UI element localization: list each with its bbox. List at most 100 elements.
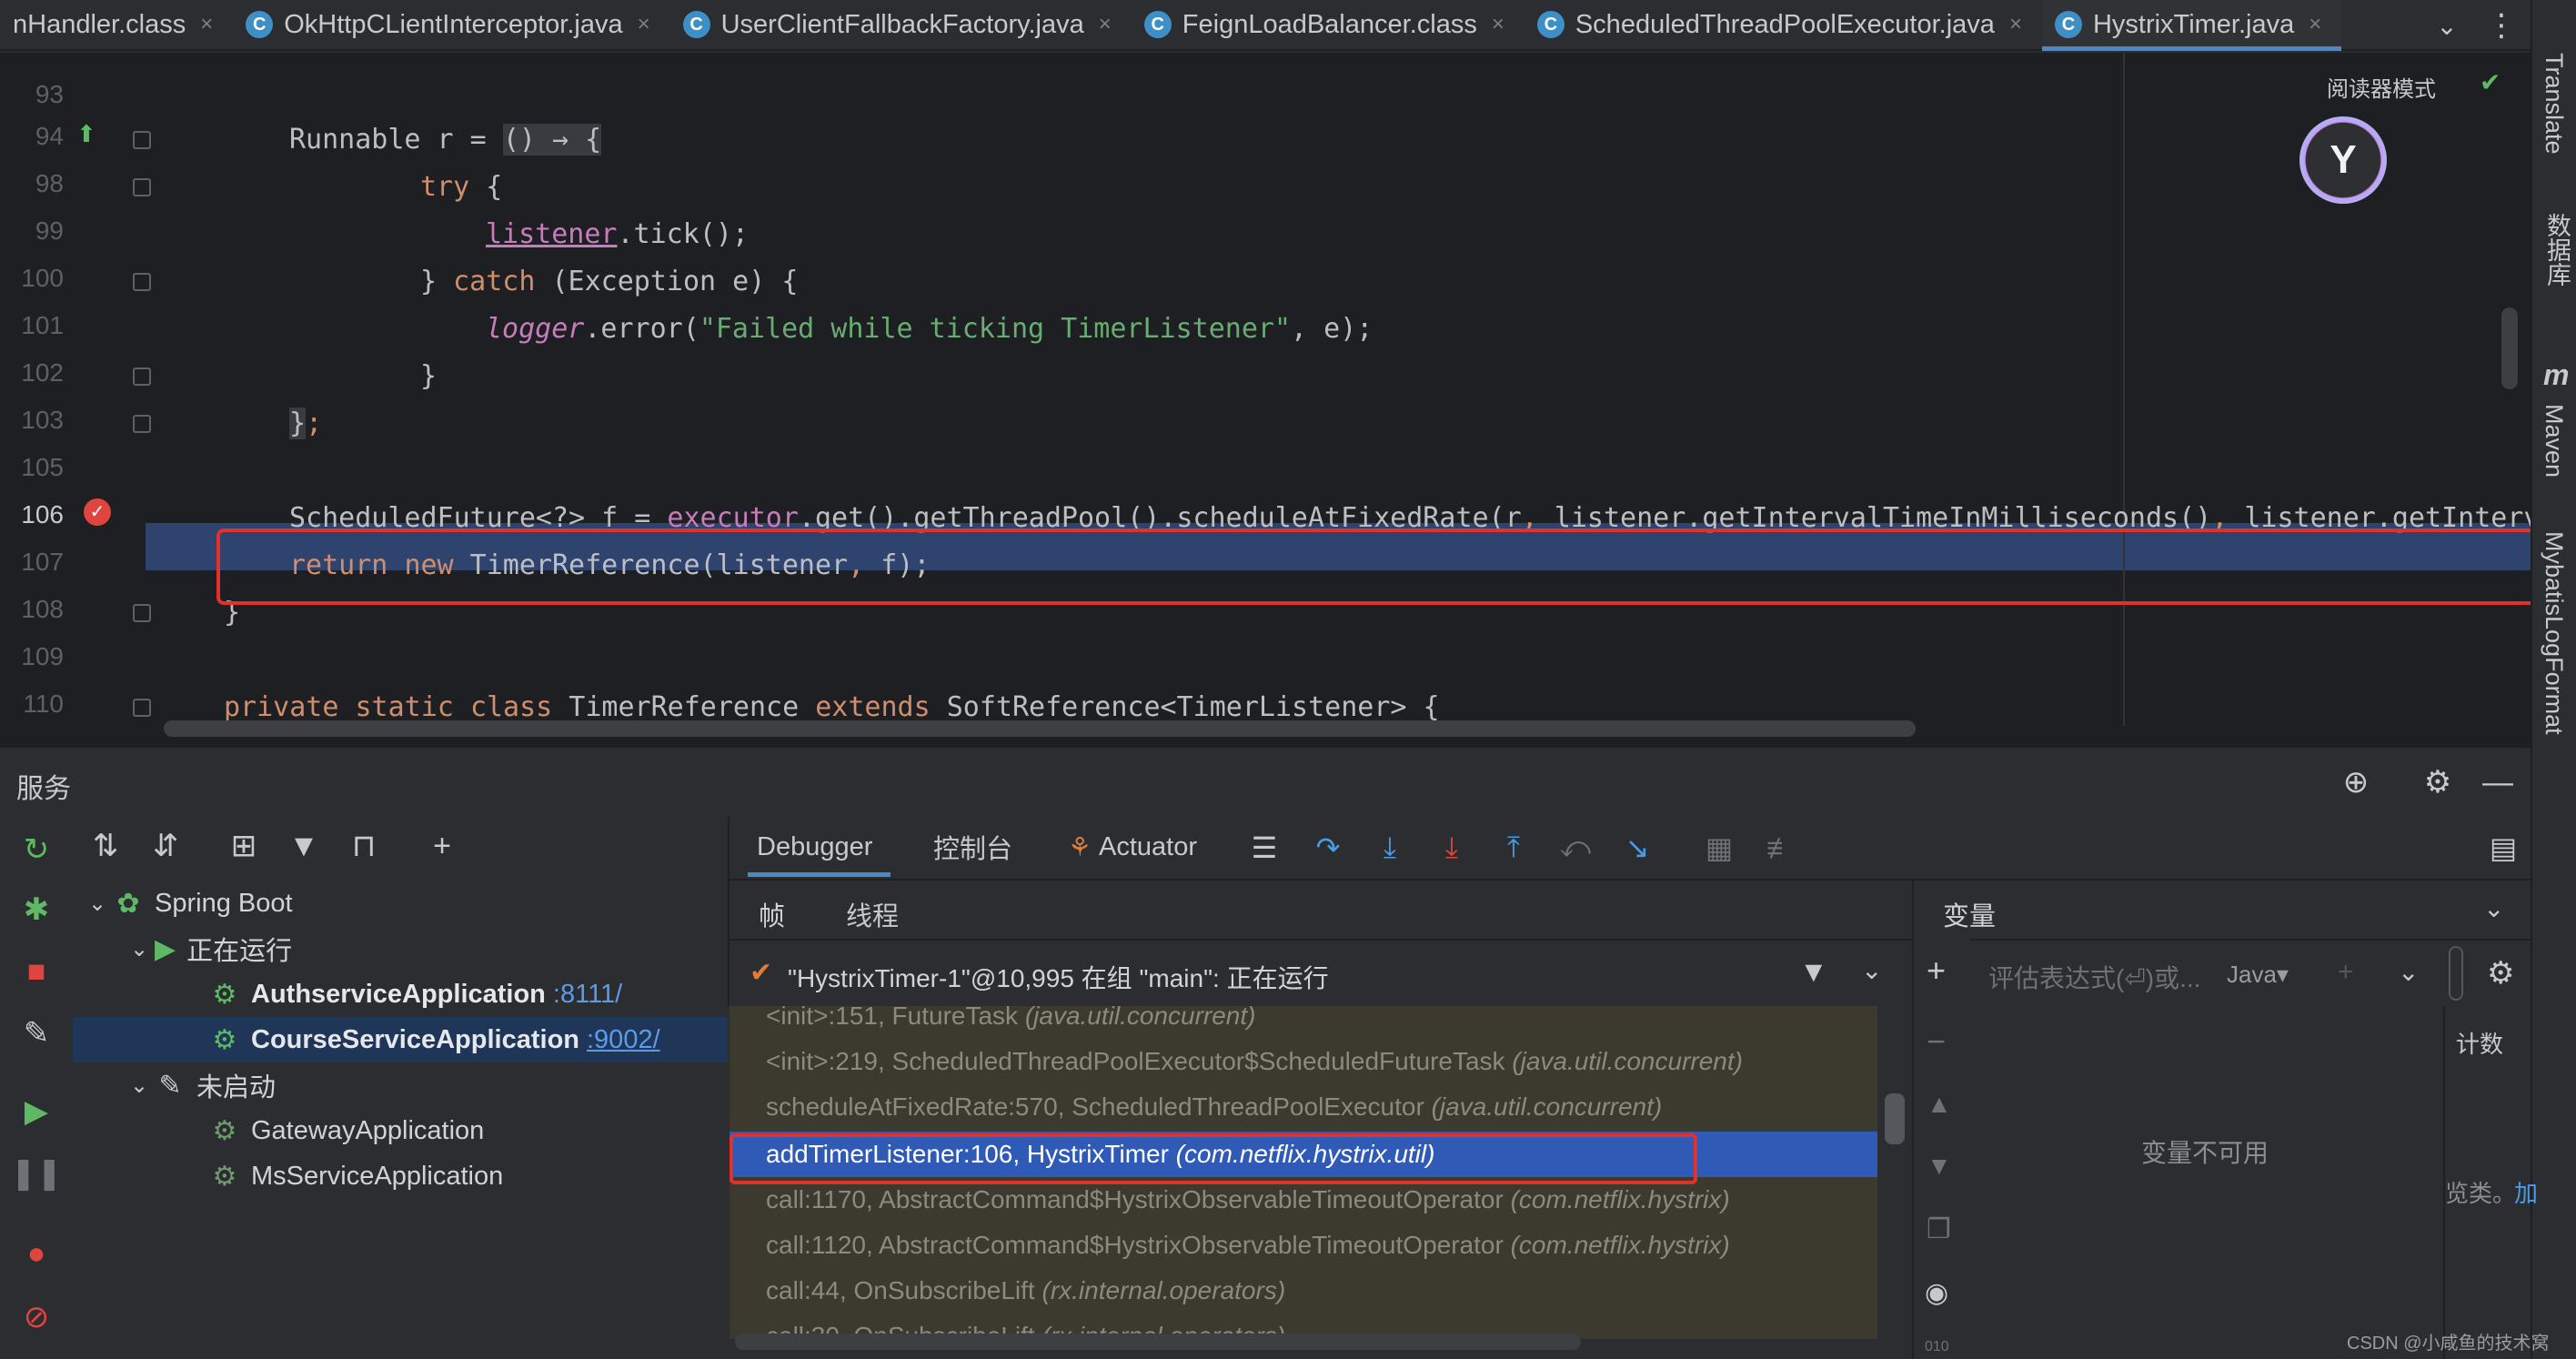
tab-user-client-fallback[interactable]: C UserClientFallbackFactory.java × [670,0,1132,49]
tab-okhttp-interceptor[interactable]: C OkHttpCLientInterceptor.java × [233,0,669,49]
vertical-scrollbar[interactable] [2501,307,2518,389]
fold-icon[interactable] [133,131,151,149]
minimize-icon[interactable]: — [2480,764,2516,800]
wrench-icon[interactable]: ✎ [16,1013,56,1053]
step-out-icon[interactable]: ⤒ [1494,828,1534,868]
gear-icon[interactable]: ⚙ [2487,955,2514,992]
gear-icon[interactable]: ⚙ [2420,764,2456,800]
code-editor[interactable]: 93 94 ⬆ 98 99 100 101 102 103 105 106 ✓ … [0,53,2531,746]
breakpoints-icon[interactable]: ● [16,1233,56,1273]
evaluate-input[interactable]: 评估表达式(⏎)或... [1988,959,2200,995]
tab-handler-class[interactable]: nHandler.class × [0,0,233,49]
language-dropdown[interactable]: Java▾ [2227,961,2289,989]
fold-icon[interactable] [133,273,151,291]
tab-frames[interactable]: 帧 [759,895,785,933]
trace-icon[interactable]: ≢ [1761,828,1801,868]
breakpoint-icon[interactable]: ✓ [84,498,111,526]
rerun-icon[interactable]: ↻ [16,830,56,870]
tab-actuator[interactable]: ⚘ Actuator [1068,817,1197,877]
vertical-scrollbar[interactable] [1885,1093,1905,1144]
crosshair-icon[interactable]: ⊕ [2338,764,2374,800]
step-into-icon[interactable]: ⤓ [1370,828,1410,868]
tab-feign-load-balancer[interactable]: C FeignLoadBalancer.class × [1132,0,1524,49]
group-by-icon[interactable]: ⊞ [224,826,264,866]
resize-handle[interactable] [2449,946,2463,1001]
thread-selector[interactable]: ✔ "HystrixTimer-1"@10,995 在组 "main": 正在运… [728,939,1912,1006]
collapse-all-icon[interactable]: ⇵ [146,826,186,866]
port-link[interactable]: :9002/ [587,1025,660,1055]
frame-item[interactable]: <init>:219, ScheduledThreadPoolExecutor$… [730,1039,1877,1084]
fold-icon[interactable] [133,604,151,622]
hint-link[interactable]: 加 [2514,1175,2538,1209]
expand-all-icon[interactable]: ⇅ [86,826,126,866]
line-gutter[interactable]: 93 94 ⬆ 98 99 100 101 102 103 105 106 ✓ … [0,53,151,746]
force-step-into-icon[interactable]: ⤓ [1432,828,1472,868]
binary-icon[interactable]: 010 [1925,1339,1949,1355]
maven-icon[interactable]: m [2543,358,2569,392]
reader-mode-button[interactable]: 阅读器模式 [2327,71,2436,103]
tab-scheduled-thread-pool[interactable]: C ScheduledThreadPoolExecutor.java × [1524,0,2042,49]
close-icon[interactable]: × [2309,12,2321,37]
code-area[interactable]: Runnable r = () → { try { listener.tick(… [155,53,2531,746]
chevron-down-icon[interactable]: ⌄ [2420,0,2474,51]
debug-icon[interactable]: ✱ [16,890,56,930]
close-icon[interactable]: × [200,12,213,37]
database-tool[interactable]: 数据库 [2540,213,2575,287]
pause-icon[interactable]: ❚❚ [11,1153,63,1193]
tab-console[interactable]: 控制台 [933,817,1012,877]
mybatis-log-tool[interactable]: MybatisLogFormat [2540,531,2568,735]
evaluate-icon[interactable]: ▦ [1699,828,1739,868]
maven-tool[interactable]: Maven [2540,404,2568,478]
horizontal-scrollbar[interactable] [735,1334,1581,1350]
close-icon[interactable]: × [1492,12,1504,37]
check-icon[interactable]: ✔ [2480,67,2501,97]
eye-icon[interactable]: ◉ [1925,1277,1948,1309]
new-tab-icon[interactable]: ⊓ [344,826,384,866]
port-link[interactable]: :8111/ [553,980,622,1010]
translate-tool[interactable]: Translate [2540,53,2568,155]
add-service-icon[interactable]: + [422,826,462,866]
layout-icon[interactable]: ▤ [2483,828,2523,868]
horizontal-scrollbar[interactable] [164,720,1916,737]
frame-item[interactable]: <init>:151, FutureTask (java.util.concur… [730,1006,1877,1039]
close-icon[interactable]: × [638,12,650,37]
chevron-down-icon[interactable]: ⌄ [2398,957,2419,987]
frame-item[interactable]: call:44, OnSubscribeLift (rx.internal.op… [730,1268,1877,1314]
filter-icon[interactable]: ▼ [284,826,324,866]
fold-icon[interactable] [133,178,151,196]
step-over-icon[interactable]: ↷ [1308,828,1348,868]
chevron-down-icon[interactable]: ⌄ [1861,955,1882,985]
resume-icon[interactable]: ▶ [16,1092,56,1132]
tree-node-msservice[interactable]: ⚙ MsServiceApplication [73,1153,728,1199]
chevron-down-icon[interactable]: ⌄ [2483,893,2504,923]
filter-icon[interactable]: ▼ [1799,955,1828,989]
tab-threads[interactable]: 线程 [846,895,899,933]
stop-icon[interactable]: ■ [16,951,56,992]
frame-item[interactable]: scheduleAtFixedRate:570, ScheduledThread… [730,1084,1877,1130]
move-up-icon[interactable]: ▲ [1927,1090,1952,1119]
more-options-icon[interactable]: ⋮ [2474,0,2529,51]
tree-node-gateway[interactable]: ⚙ GatewayApplication [73,1108,728,1153]
tab-hystrix-timer[interactable]: C HystrixTimer.java × [2041,0,2342,51]
close-icon[interactable]: × [1099,12,1112,37]
mute-breakpoints-icon[interactable]: ⊘ [16,1297,56,1337]
fold-icon[interactable] [133,699,151,717]
drop-frame-icon[interactable]: ⤺ [1555,828,1595,868]
fold-icon[interactable] [133,415,151,433]
override-marker-icon[interactable]: ⬆ [76,120,96,148]
tree-node-spring-boot[interactable]: ⌄ ✿ Spring Boot [73,881,728,926]
chevron-down-icon[interactable]: ⌄ [124,1072,155,1099]
remove-watch-icon[interactable]: − [1927,1022,1946,1061]
fold-icon[interactable] [133,367,151,386]
move-down-icon[interactable]: ▼ [1927,1152,1952,1181]
close-icon[interactable]: × [2009,12,2022,37]
add-watch-icon[interactable]: + [1927,951,1946,990]
chevron-down-icon[interactable]: ⌄ [124,936,155,962]
copy-icon[interactable]: ❐ [1927,1213,1951,1245]
add-icon[interactable]: + [2338,957,2354,988]
tree-node-not-started[interactable]: ⌄ ✎ 未启动 [73,1062,728,1108]
tab-debugger[interactable]: Debugger [747,817,891,877]
tree-node-running[interactable]: ⌄ ▶ 正在运行 [73,926,728,971]
menu-icon[interactable]: ☰ [1244,828,1284,868]
ai-assistant-icon[interactable]: Y [2299,116,2387,204]
